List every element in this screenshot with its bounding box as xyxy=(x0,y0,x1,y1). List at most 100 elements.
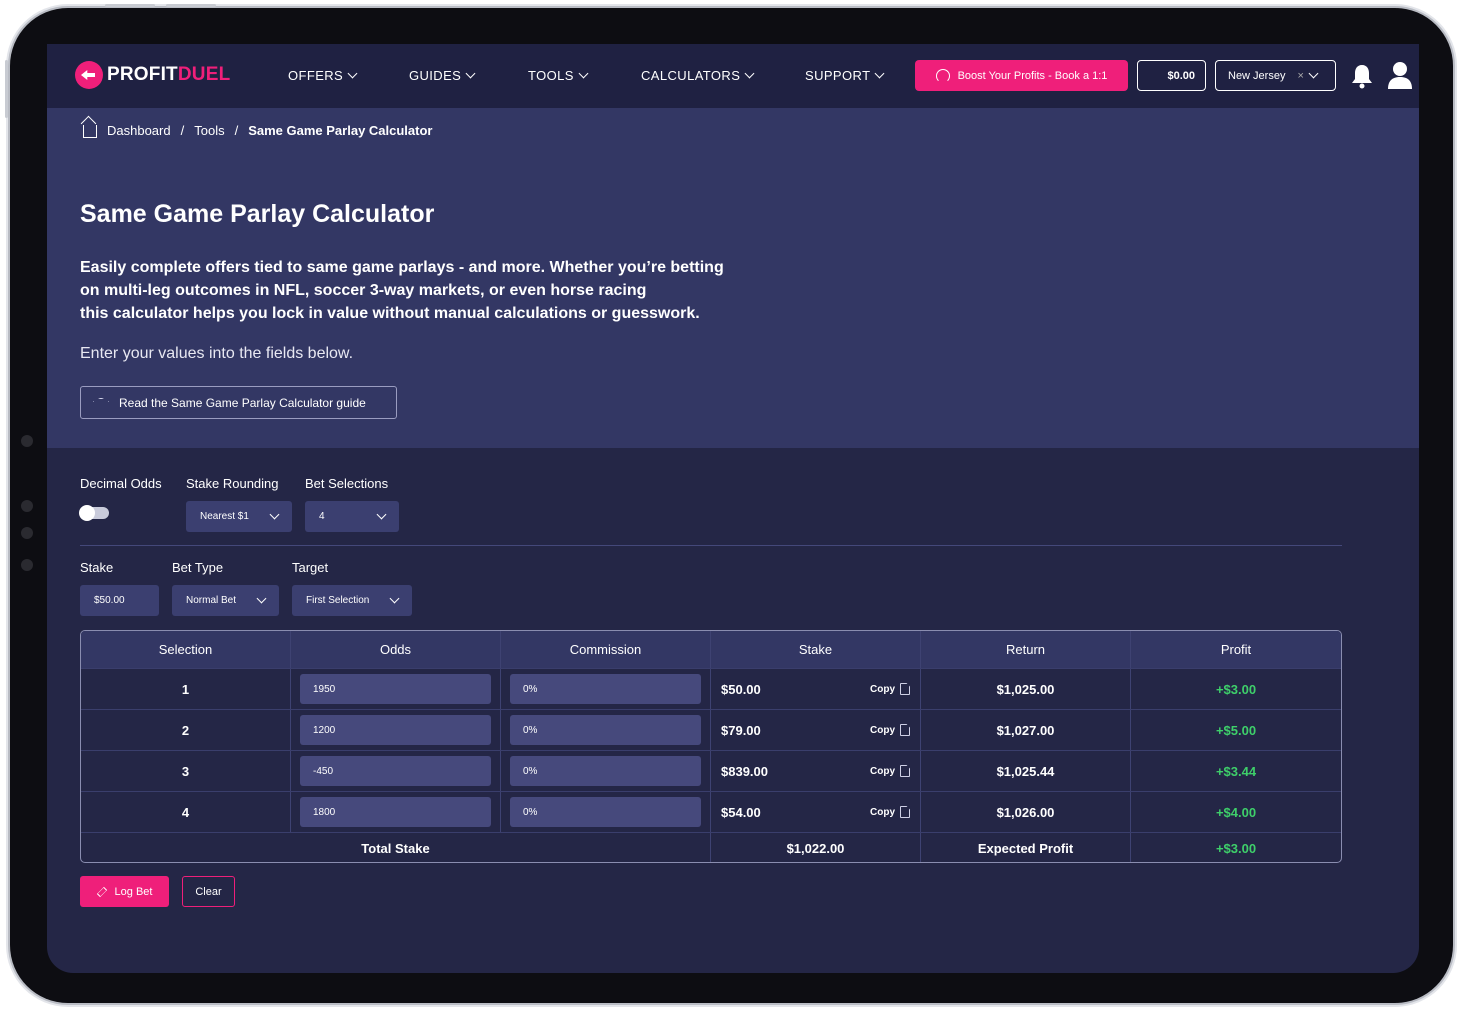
nav-guides[interactable]: GUIDES xyxy=(409,68,476,83)
stake-cell: $79.00 Copy xyxy=(711,710,921,750)
balance-display[interactable]: $0.00 xyxy=(1137,60,1206,91)
breadcrumb-current: Same Game Parlay Calculator xyxy=(248,122,433,138)
description-line: this calculator helps you lock in value … xyxy=(80,305,700,322)
table-header: Selection Odds Commission Stake Return P… xyxy=(81,631,1341,668)
calculator-table: Selection Odds Commission Stake Return P… xyxy=(80,630,1342,863)
boost-profits-button[interactable]: Boost Your Profits - Book a 1:1 xyxy=(915,60,1128,91)
nav-support[interactable]: SUPPORT xyxy=(805,68,885,83)
decimal-odds-label: Decimal Odds xyxy=(80,476,162,491)
target-select[interactable]: First Selection xyxy=(292,585,412,616)
odds-input[interactable]: 1800 xyxy=(300,797,491,827)
commission-input[interactable]: 0% xyxy=(510,715,701,745)
odds-input[interactable]: -450 xyxy=(300,756,491,786)
home-icon[interactable] xyxy=(83,125,97,138)
logo[interactable]: PROFITDUEL xyxy=(75,61,230,89)
chevron-down-icon xyxy=(874,68,885,79)
decimal-odds-toggle[interactable] xyxy=(79,505,109,521)
pencil-icon xyxy=(96,886,107,897)
selection-number: 2 xyxy=(81,710,291,750)
commission-cell: 0% xyxy=(501,710,711,750)
breadcrumb-dashboard[interactable]: Dashboard xyxy=(107,123,171,138)
stake-amount: $50.00 xyxy=(721,681,761,697)
stake-value: $50.00 xyxy=(94,595,125,606)
breadcrumb-tools[interactable]: Tools xyxy=(194,123,224,138)
read-guide-label: Read the Same Game Parlay Calculator gui… xyxy=(119,395,366,410)
copy-button[interactable]: Copy xyxy=(870,765,910,777)
log-bet-button[interactable]: Log Bet xyxy=(80,876,169,907)
region-select[interactable]: New Jersey × xyxy=(1215,60,1336,91)
instructions-text: Enter your values into the fields below. xyxy=(80,345,354,362)
breadcrumb: Dashboard / Tools / Same Game Parlay Cal… xyxy=(83,122,432,138)
bet-selections-select[interactable]: 4 xyxy=(305,501,399,532)
stake-cell: $839.00 Copy xyxy=(711,751,921,791)
copy-button[interactable]: Copy xyxy=(870,806,910,818)
nav-tools-label: TOOLS xyxy=(528,68,574,83)
bell-icon[interactable] xyxy=(1350,63,1374,89)
table-row: 3 -450 0% $839.00 Copy $1,025.44 +$3.44 xyxy=(81,750,1341,791)
table-row: 2 1200 0% $79.00 Copy $1,027.00 +$5.00 xyxy=(81,709,1341,750)
header-selection: Selection xyxy=(81,631,291,668)
target-value: First Selection xyxy=(306,595,370,606)
profit-value: +$5.00 xyxy=(1215,722,1257,738)
bet-type-select[interactable]: Normal Bet xyxy=(172,585,279,616)
stake-rounding-select[interactable]: Nearest $1 xyxy=(186,501,292,532)
app-screen: PROFITDUEL OFFERS GUIDES TOOLS CALCULATO… xyxy=(47,44,1419,973)
nav-guides-label: GUIDES xyxy=(409,68,462,83)
odds-cell: 1200 xyxy=(291,710,501,750)
selection-number: 3 xyxy=(81,751,291,791)
chevron-down-icon xyxy=(389,593,400,604)
copy-label: Copy xyxy=(870,765,895,777)
header-profit: Profit xyxy=(1220,642,1252,657)
nav-tools[interactable]: TOOLS xyxy=(528,68,589,83)
volume-button xyxy=(166,4,216,7)
commission-input[interactable]: 0% xyxy=(510,756,701,786)
page-description: Easily complete offers tied to same game… xyxy=(80,256,820,325)
copy-button[interactable]: Copy xyxy=(870,683,910,695)
expected-profit-label: Expected Profit xyxy=(921,833,1131,862)
odds-input[interactable]: 1200 xyxy=(300,715,491,745)
profit-value: +$3.44 xyxy=(1215,763,1257,779)
commission-cell: 0% xyxy=(501,792,711,832)
camera-dot xyxy=(21,435,33,447)
header-odds: Odds xyxy=(291,631,501,668)
total-stake-value: $1,022.00 xyxy=(711,833,921,862)
commission-cell: 0% xyxy=(501,751,711,791)
selection-number: 4 xyxy=(81,792,291,832)
graduation-cap-icon xyxy=(93,397,109,406)
logo-text-profit: PROFIT xyxy=(107,64,178,85)
return-value: $1,025.44 xyxy=(921,751,1131,791)
stake-label: Stake xyxy=(80,560,114,575)
volume-button xyxy=(105,4,155,7)
return-value: $1,026.00 xyxy=(921,792,1131,832)
stake-amount: $79.00 xyxy=(721,722,761,738)
header-stake: Stake xyxy=(711,631,921,668)
sensor-dot xyxy=(21,500,33,512)
boost-profits-label: Boost Your Profits - Book a 1:1 xyxy=(957,69,1108,82)
stake-amount: $839.00 xyxy=(721,763,768,779)
chevron-down-icon xyxy=(269,509,280,520)
read-guide-button[interactable]: Read the Same Game Parlay Calculator gui… xyxy=(80,386,397,419)
copy-button[interactable]: Copy xyxy=(870,724,910,736)
bet-type-label: Bet Type xyxy=(172,560,224,575)
headset-icon xyxy=(935,68,950,83)
stake-input[interactable]: $50.00 xyxy=(80,585,159,616)
breadcrumb-separator: / xyxy=(180,122,185,138)
nav-offers[interactable]: OFFERS xyxy=(288,68,358,83)
commission-input[interactable]: 0% xyxy=(510,674,701,704)
selection-number: 1 xyxy=(81,669,291,709)
user-icon[interactable] xyxy=(1387,61,1413,89)
hero-section: Dashboard / Tools / Same Game Parlay Cal… xyxy=(47,108,1419,448)
return-value: $1,027.00 xyxy=(921,710,1131,750)
chevron-down-icon xyxy=(347,68,358,79)
clear-button[interactable]: Clear xyxy=(182,876,235,907)
chevron-down-icon xyxy=(376,509,387,520)
nav-calculators[interactable]: CALCULATORS xyxy=(641,68,755,83)
clear-label: Clear xyxy=(195,885,222,898)
log-bet-label: Log Bet xyxy=(114,885,153,898)
top-nav: PROFITDUEL OFFERS GUIDES TOOLS CALCULATO… xyxy=(47,44,1419,108)
nav-support-label: SUPPORT xyxy=(805,68,871,83)
clear-icon[interactable]: × xyxy=(1297,70,1303,82)
odds-input[interactable]: 1950 xyxy=(300,674,491,704)
chevron-down-icon xyxy=(256,593,267,604)
commission-input[interactable]: 0% xyxy=(510,797,701,827)
